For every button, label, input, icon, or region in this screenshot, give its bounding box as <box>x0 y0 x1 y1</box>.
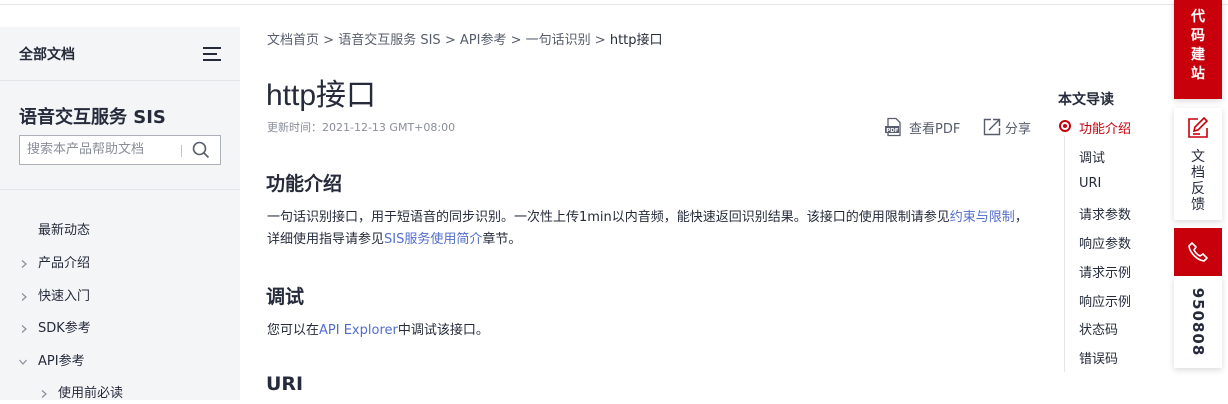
breadcrumb-item[interactable]: API参考 <box>460 33 507 48</box>
toc-item-response-params[interactable]: 响应参数 <box>1079 233 1131 252</box>
breadcrumb-separator: > <box>444 33 456 48</box>
search-input[interactable] <box>27 142 177 157</box>
toc-item-request-params[interactable]: 请求参数 <box>1079 204 1131 223</box>
toc-active-marker-icon <box>1059 120 1071 132</box>
sidebar-header: 全部文档 <box>0 27 240 81</box>
doc-feedback-label: 文档反馈 <box>1174 149 1222 213</box>
breadcrumb: 文档首页 > 语音交互服务 SIS > API参考 > 一句话识别 > http… <box>267 29 663 48</box>
search-divider <box>181 145 182 157</box>
text-run: 一句话识别接口，用于短语音的同步识别。一次性上传1min以内音频，能快速返回识别… <box>267 210 950 225</box>
pdf-icon: PDF <box>884 117 904 137</box>
doc-feedback-button[interactable]: 文档反馈 <box>1174 108 1222 220</box>
code-site-label: 代码建站 <box>1191 9 1205 82</box>
code-site-button[interactable]: 代码建站 <box>1174 0 1222 99</box>
toc-item-intro[interactable]: 功能介绍 <box>1079 118 1131 137</box>
text-run: 中调试该接口。 <box>397 323 489 338</box>
top-bar <box>0 0 1228 5</box>
link-constraints[interactable]: 约束与限制 <box>950 210 1015 225</box>
breadcrumb-item[interactable]: 文档首页 <box>267 33 319 48</box>
chevron-right-icon[interactable] <box>20 325 28 333</box>
updated-time: 更新时间：2021-12-13 GMT+08:00 <box>267 121 456 134</box>
text-run: 您可以在 <box>267 323 320 338</box>
sidebar-item-latest[interactable]: 最新动态 <box>38 221 90 241</box>
section-text-intro: 一句话识别接口，用于短语音的同步识别。一次性上传1min以内音频，能快速返回识别… <box>267 207 1037 251</box>
sidebar-divider <box>0 189 240 190</box>
product-title: 语音交互服务 SIS <box>19 107 166 128</box>
section-heading-intro: 功能介绍 <box>266 173 343 195</box>
sidebar-item-sdk[interactable]: SDK参考 <box>38 319 91 339</box>
section-heading-debug: 调试 <box>266 286 305 308</box>
sidebar: 全部文档 语音交互服务 SIS 最新动态 产品介绍 快速入门 SDK参考 API… <box>0 27 240 401</box>
search-icon[interactable] <box>192 141 210 159</box>
section-heading-uri: URI <box>266 373 304 395</box>
section-text-debug: 您可以在API Explorer中调试该接口。 <box>267 320 1037 342</box>
text-run: 章节。 <box>482 232 522 247</box>
link-api-explorer[interactable]: API Explorer <box>319 323 398 338</box>
feedback-label-text: 文档反馈 <box>1191 149 1205 213</box>
toc-title: 本文导读 <box>1058 92 1114 108</box>
all-docs-label[interactable]: 全部文档 <box>19 44 75 64</box>
breadcrumb-current: http接口 <box>609 33 663 48</box>
toc-track <box>1064 136 1065 372</box>
hotline-label: 950808 <box>1189 287 1207 357</box>
phone-button[interactable] <box>1174 228 1222 276</box>
view-pdf-button[interactable]: PDF 查看PDF <box>884 116 960 138</box>
edit-icon <box>1187 116 1209 139</box>
share-icon <box>982 117 1002 137</box>
breadcrumb-separator: > <box>323 33 335 48</box>
toc-item-request-example[interactable]: 请求示例 <box>1079 262 1131 281</box>
svg-text:PDF: PDF <box>886 128 899 134</box>
breadcrumb-separator: > <box>594 33 606 48</box>
breadcrumb-item[interactable]: 一句话识别 <box>526 33 591 48</box>
chevron-right-icon[interactable] <box>20 293 28 301</box>
breadcrumb-separator: > <box>510 33 522 48</box>
chevron-down-icon[interactable] <box>19 358 27 366</box>
share-button[interactable]: 分享 <box>982 116 1031 138</box>
toc-item-uri[interactable]: URI <box>1079 176 1101 191</box>
toc-item-error-code[interactable]: 错误码 <box>1079 348 1118 367</box>
toc-item-response-example[interactable]: 响应示例 <box>1079 291 1131 310</box>
link-sis-guide[interactable]: SIS服务使用简介 <box>384 232 482 247</box>
toc-item-status-code[interactable]: 状态码 <box>1079 319 1118 338</box>
sidebar-item-prereq[interactable]: 使用前必读 <box>58 384 123 404</box>
share-label: 分享 <box>1005 121 1032 137</box>
sidebar-item-api[interactable]: API参考 <box>38 352 85 372</box>
sidebar-item-intro[interactable]: 产品介绍 <box>38 254 90 274</box>
breadcrumb-item[interactable]: 语音交互服务 SIS <box>338 33 440 48</box>
menu-icon[interactable] <box>203 47 221 61</box>
hotline-number: 950808 <box>1174 276 1222 368</box>
sidebar-item-quickstart[interactable]: 快速入门 <box>38 287 90 307</box>
chevron-right-icon[interactable] <box>40 390 48 398</box>
search-box <box>19 135 221 165</box>
view-pdf-label: 查看PDF <box>909 121 961 137</box>
toc-item-debug[interactable]: 调试 <box>1079 147 1105 166</box>
page-title: http接口 <box>266 79 377 112</box>
chevron-right-icon[interactable] <box>20 260 28 268</box>
